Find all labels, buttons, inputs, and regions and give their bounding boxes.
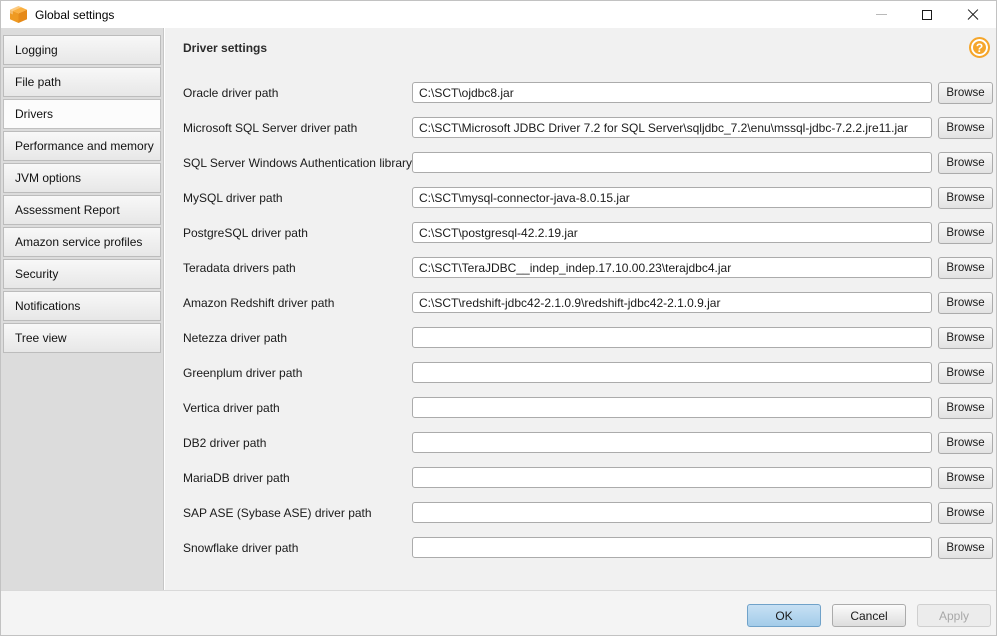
- driver-row-amazon-redshift-driver-path: Amazon Redshift driver path Browse: [165, 285, 996, 320]
- driver-path-input[interactable]: [412, 397, 932, 418]
- browse-button[interactable]: Browse: [938, 187, 993, 209]
- driver-row-microsoft-sql-server-driver-path: Microsoft SQL Server driver path Browse: [165, 110, 996, 145]
- driver-path-label: Netezza driver path: [183, 331, 412, 345]
- driver-path-label: SQL Server Windows Authentication librar…: [183, 156, 412, 170]
- driver-path-input[interactable]: [412, 152, 932, 173]
- driver-path-label: Oracle driver path: [183, 86, 412, 100]
- driver-path-input[interactable]: [412, 432, 932, 453]
- cancel-button[interactable]: Cancel: [832, 604, 906, 627]
- minimize-icon: [876, 14, 887, 15]
- driver-path-input[interactable]: [412, 187, 932, 208]
- driver-row-sql-server-windows-authentication-library: SQL Server Windows Authentication librar…: [165, 145, 996, 180]
- driver-path-input[interactable]: [412, 327, 932, 348]
- driver-row-netezza-driver-path: Netezza driver path Browse: [165, 320, 996, 355]
- sidebar-item-label: Tree view: [15, 331, 67, 345]
- driver-path-label: Amazon Redshift driver path: [183, 296, 412, 310]
- aws-cube-icon: [9, 6, 28, 23]
- driver-path-label: Vertica driver path: [183, 401, 412, 415]
- driver-path-label: MariaDB driver path: [183, 471, 412, 485]
- driver-row-snowflake-driver-path: Snowflake driver path Browse: [165, 530, 996, 565]
- browse-button[interactable]: Browse: [938, 362, 993, 384]
- driver-row-postgresql-driver-path: PostgreSQL driver path Browse: [165, 215, 996, 250]
- driver-settings-panel: Driver settings ? Oracle driver path Bro…: [165, 28, 996, 590]
- sidebar-item-label: JVM options: [15, 171, 81, 185]
- driver-path-input[interactable]: [412, 362, 932, 383]
- driver-row-teradata-drivers-path: Teradata drivers path Browse: [165, 250, 996, 285]
- driver-row-mariadb-driver-path: MariaDB driver path Browse: [165, 460, 996, 495]
- sidebar-item-file-path[interactable]: File path: [3, 67, 161, 97]
- driver-rows: Oracle driver path Browse Microsoft SQL …: [165, 75, 996, 565]
- sidebar-item-label: Assessment Report: [15, 203, 120, 217]
- dialog-footer: OK Cancel Apply: [1, 590, 996, 635]
- driver-row-mysql-driver-path: MySQL driver path Browse: [165, 180, 996, 215]
- driver-path-input[interactable]: [412, 467, 932, 488]
- driver-path-input[interactable]: [412, 257, 932, 278]
- close-button[interactable]: [950, 1, 996, 28]
- driver-path-label: MySQL driver path: [183, 191, 412, 205]
- browse-button[interactable]: Browse: [938, 152, 993, 174]
- driver-path-input[interactable]: [412, 502, 932, 523]
- sidebar-item-label: Logging: [15, 43, 58, 57]
- driver-path-input[interactable]: [412, 537, 932, 558]
- sidebar-item-jvm-options[interactable]: JVM options: [3, 163, 161, 193]
- sidebar-item-label: File path: [15, 75, 61, 89]
- global-settings-dialog: Global settings Logging File path Driver…: [0, 0, 997, 636]
- browse-button[interactable]: Browse: [938, 467, 993, 489]
- driver-path-input[interactable]: [412, 117, 932, 138]
- browse-button[interactable]: Browse: [938, 432, 993, 454]
- browse-button[interactable]: Browse: [938, 397, 993, 419]
- driver-path-label: DB2 driver path: [183, 436, 412, 450]
- driver-path-label: Greenplum driver path: [183, 366, 412, 380]
- driver-row-sap-ase-sybase-ase-driver-path: SAP ASE (Sybase ASE) driver path Browse: [165, 495, 996, 530]
- sidebar-item-label: Security: [15, 267, 58, 281]
- help-icon[interactable]: ?: [969, 37, 990, 58]
- browse-button[interactable]: Browse: [938, 82, 993, 104]
- driver-path-label: Teradata drivers path: [183, 261, 412, 275]
- browse-button[interactable]: Browse: [938, 537, 993, 559]
- sidebar-item-security[interactable]: Security: [3, 259, 161, 289]
- browse-button[interactable]: Browse: [938, 257, 993, 279]
- sidebar-item-tree-view[interactable]: Tree view: [3, 323, 161, 353]
- window-title: Global settings: [35, 8, 114, 22]
- maximize-icon: [922, 10, 932, 20]
- browse-button[interactable]: Browse: [938, 117, 993, 139]
- browse-button[interactable]: Browse: [938, 327, 993, 349]
- driver-path-input[interactable]: [412, 82, 932, 103]
- sidebar-item-notifications[interactable]: Notifications: [3, 291, 161, 321]
- browse-button[interactable]: Browse: [938, 292, 993, 314]
- browse-button[interactable]: Browse: [938, 222, 993, 244]
- driver-path-input[interactable]: [412, 292, 932, 313]
- page-title: Driver settings: [183, 41, 267, 55]
- minimize-button[interactable]: [858, 1, 904, 28]
- sidebar-item-performance-and-memory[interactable]: Performance and memory: [3, 131, 161, 161]
- driver-row-db2-driver-path: DB2 driver path Browse: [165, 425, 996, 460]
- driver-path-label: Snowflake driver path: [183, 541, 412, 555]
- sidebar-item-label: Notifications: [15, 299, 80, 313]
- sidebar-item-logging[interactable]: Logging: [3, 35, 161, 65]
- browse-button[interactable]: Browse: [938, 502, 993, 524]
- driver-row-vertica-driver-path: Vertica driver path Browse: [165, 390, 996, 425]
- driver-row-greenplum-driver-path: Greenplum driver path Browse: [165, 355, 996, 390]
- close-icon: [967, 9, 979, 21]
- sidebar-item-label: Drivers: [15, 107, 53, 121]
- maximize-button[interactable]: [904, 1, 950, 28]
- driver-path-label: SAP ASE (Sybase ASE) driver path: [183, 506, 412, 520]
- window-controls: [858, 1, 996, 28]
- driver-path-label: PostgreSQL driver path: [183, 226, 412, 240]
- driver-path-input[interactable]: [412, 222, 932, 243]
- apply-button[interactable]: Apply: [917, 604, 991, 627]
- sidebar-item-drivers[interactable]: Drivers: [3, 99, 161, 129]
- settings-sidebar: Logging File path Drivers Performance an…: [1, 28, 164, 590]
- titlebar: Global settings: [1, 1, 996, 28]
- sidebar-item-amazon-service-profiles[interactable]: Amazon service profiles: [3, 227, 161, 257]
- sidebar-item-label: Amazon service profiles: [15, 235, 142, 249]
- ok-button[interactable]: OK: [747, 604, 821, 627]
- sidebar-item-assessment-report[interactable]: Assessment Report: [3, 195, 161, 225]
- driver-path-label: Microsoft SQL Server driver path: [183, 121, 412, 135]
- sidebar-item-label: Performance and memory: [15, 139, 154, 153]
- driver-row-oracle-driver-path: Oracle driver path Browse: [165, 75, 996, 110]
